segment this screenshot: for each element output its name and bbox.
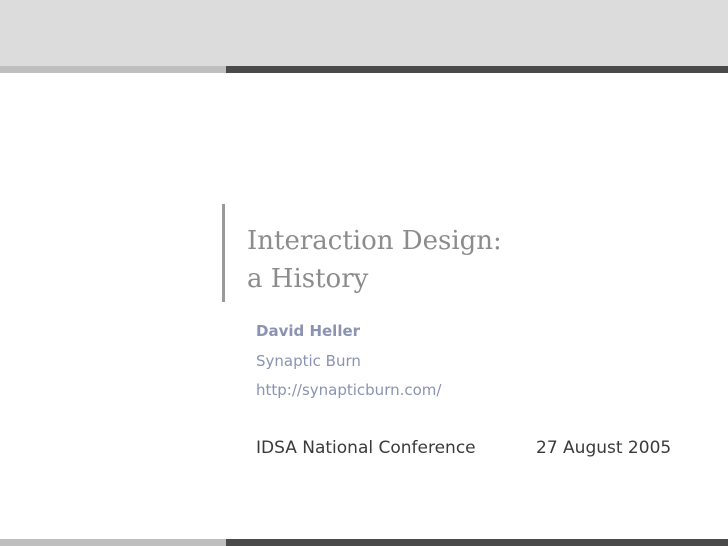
slide-title-line-2: a History	[247, 264, 369, 294]
slide-title: Interaction Design: a History	[247, 222, 502, 298]
footer-rule-light	[0, 539, 226, 546]
header-band	[0, 0, 728, 66]
author-name: David Heller	[256, 322, 361, 340]
website-link[interactable]: http://synapticburn.com/	[256, 381, 441, 399]
header-rule-dark	[226, 66, 728, 73]
title-accent-bar	[222, 204, 225, 302]
event-date: 27 August 2005	[536, 438, 672, 458]
footer-rule-dark	[226, 539, 728, 546]
slide-title-line-1: Interaction Design:	[247, 226, 502, 256]
organization-name: Synaptic Burn	[256, 352, 361, 370]
header-rule-light	[0, 66, 226, 73]
event-name: IDSA National Conference	[256, 438, 476, 458]
